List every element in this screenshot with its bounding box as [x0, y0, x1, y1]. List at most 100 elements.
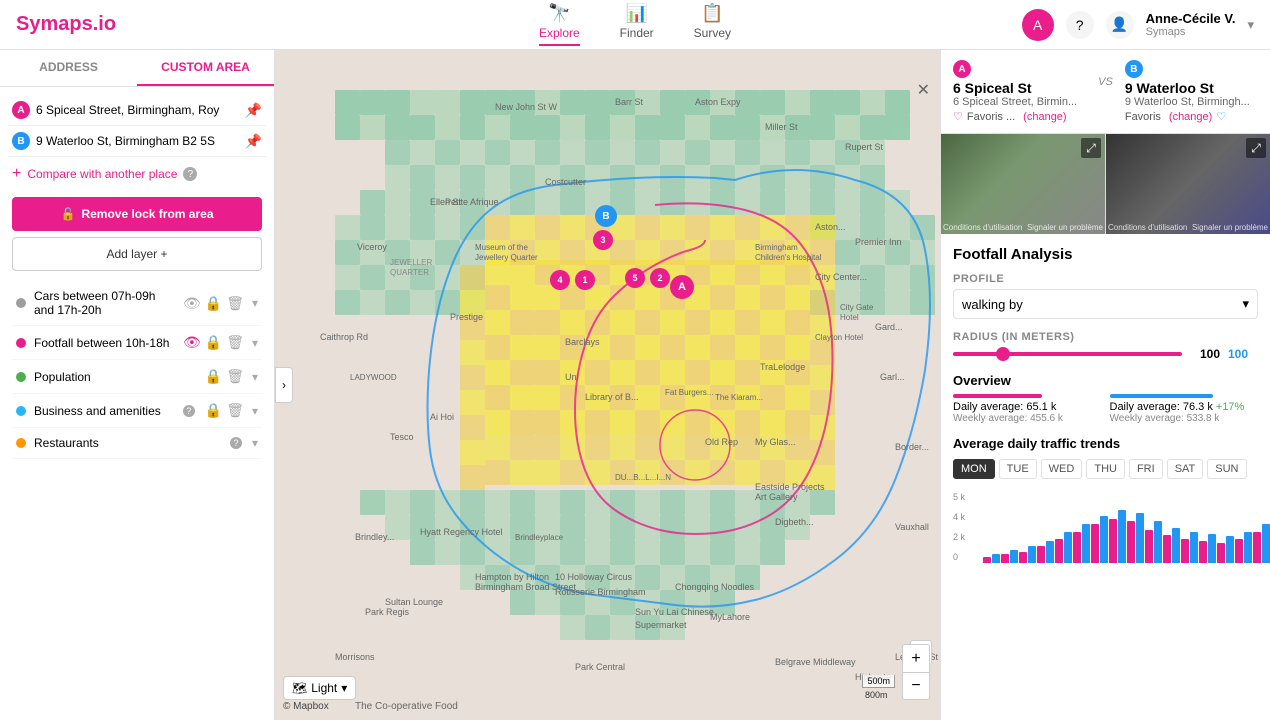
- profile-select[interactable]: walking by ▾: [953, 289, 1258, 319]
- layer-population-lock[interactable]: 🔒: [205, 368, 222, 385]
- compare-row[interactable]: + Compare with another place ?: [8, 157, 266, 191]
- layer-cars-lock[interactable]: 🔒: [205, 295, 222, 312]
- analysis-section: Footfall Analysis PROFILE walking by ▾ R…: [941, 234, 1270, 579]
- layer-footfall-expand[interactable]: ▾: [252, 336, 258, 350]
- lock-icon: 🔓: [60, 207, 75, 221]
- comparison-places: A 6 Spiceal St 6 Spiceal Street, Birmin.…: [953, 60, 1258, 123]
- svg-text:Ai Hoi: Ai Hoi: [430, 412, 454, 422]
- day-tab-mon[interactable]: MON: [953, 459, 995, 479]
- layer-cars-delete[interactable]: 🗑: [226, 295, 244, 312]
- pin-a-icon[interactable]: 📌: [245, 102, 262, 119]
- day-tab-sat[interactable]: SAT: [1167, 459, 1204, 479]
- layer-business-expand[interactable]: ▾: [252, 404, 258, 418]
- bar-b-15: [1262, 524, 1270, 563]
- heart-b-icon[interactable]: ♡: [1216, 110, 1226, 123]
- help-button[interactable]: ?: [1066, 11, 1094, 39]
- layer-cars-expand[interactable]: ▾: [252, 296, 258, 310]
- pin-b-icon[interactable]: 📌: [245, 133, 262, 150]
- stat-bar-b: [1110, 394, 1214, 398]
- heart-a-icon[interactable]: ♡: [953, 110, 963, 123]
- sv-expand-a[interactable]: ⤢: [1081, 138, 1101, 158]
- avatar-button[interactable]: A: [1022, 9, 1054, 41]
- radius-value-b: 100: [1228, 347, 1258, 361]
- bar-a-11: [1181, 539, 1189, 563]
- map-close-button[interactable]: ✕: [917, 80, 930, 100]
- layer-population-expand[interactable]: ▾: [252, 370, 258, 384]
- sv-caption-a: Conditions d'utilisation: [943, 223, 1022, 232]
- layer-business-lock[interactable]: 🔒: [205, 402, 222, 419]
- nav-survey[interactable]: 📋 Survey: [694, 3, 731, 46]
- day-tab-wed[interactable]: WED: [1041, 459, 1083, 479]
- sv-expand-b[interactable]: ⤢: [1246, 138, 1266, 158]
- layer-footfall-visibility[interactable]: 👁: [183, 334, 201, 351]
- layer-population-delete[interactable]: 🗑: [226, 368, 244, 385]
- map-style-selector[interactable]: 🗺 Light ▾: [283, 676, 356, 700]
- day-tab-fri[interactable]: FRI: [1129, 459, 1163, 479]
- compare-label: Compare with another place: [27, 167, 177, 181]
- badge-a: A: [12, 101, 30, 119]
- layer-footfall-lock[interactable]: 🔒: [205, 334, 222, 351]
- change-b-button[interactable]: (change): [1169, 111, 1212, 123]
- sidebar: ADDRESS CUSTOM AREA A 6 Spiceal Street, …: [0, 50, 275, 720]
- bar-a-7: [1109, 519, 1117, 563]
- svg-text:New John St W: New John St W: [495, 102, 558, 112]
- nav-explore[interactable]: 🔭 Explore: [539, 3, 580, 46]
- address-row-b: B 9 Waterloo St, Birmingham B2 5S 📌: [8, 126, 266, 157]
- nav-right: A ? 👤 Anne-Cécile V. Symaps ▾: [1022, 9, 1254, 41]
- sv-report-b[interactable]: Signaler un problème: [1192, 223, 1268, 232]
- remove-lock-button[interactable]: 🔓 Remove lock from area: [12, 197, 262, 231]
- overview-stats: Daily average: 65.1 k Weekly average: 45…: [953, 394, 1258, 424]
- bar-group-13: [1217, 536, 1234, 563]
- svg-text:Rupert St: Rupert St: [845, 142, 884, 152]
- bar-b-6: [1100, 516, 1108, 563]
- layer-business-delete[interactable]: 🗑: [226, 402, 244, 419]
- map-container[interactable]: New John St W Aston Expy Rupert St Mille…: [275, 50, 940, 720]
- svg-text:Garl...: Garl...: [880, 372, 905, 382]
- svg-text:Brindleyplace: Brindleyplace: [515, 533, 564, 542]
- radius-slider[interactable]: [953, 352, 1182, 356]
- day-tab-thu[interactable]: THU: [1086, 459, 1125, 479]
- layer-footfall: Footfall between 10h-18h 👁 🔒 🗑 ▾: [12, 326, 262, 360]
- tab-address[interactable]: ADDRESS: [0, 50, 137, 86]
- svg-text:Park Central: Park Central: [575, 662, 625, 672]
- bar-b-4: [1064, 532, 1072, 563]
- svg-text:Miller St: Miller St: [765, 122, 798, 132]
- nav-survey-label: Survey: [694, 26, 731, 40]
- day-tab-sun[interactable]: SUN: [1207, 459, 1246, 479]
- sidebar-tabs: ADDRESS CUSTOM AREA: [0, 50, 274, 87]
- comp-addr-a: 6 Spiceal Street, Birmin...: [953, 96, 1086, 108]
- bar-b-5: [1082, 524, 1090, 563]
- nav-explore-label: Explore: [539, 26, 580, 40]
- top-navigation: Symaps.io 🔭 Explore 📊 Finder 📋 Survey A …: [0, 0, 1270, 50]
- layer-cars: Cars between 07h-09h and 17h-20h 👁 🔒 🗑 ▾: [12, 281, 262, 326]
- user-dropdown-icon[interactable]: ▾: [1247, 17, 1254, 33]
- bar-group-3: [1037, 541, 1054, 563]
- app-logo: Symaps.io: [16, 13, 116, 36]
- tab-custom-area[interactable]: CUSTOM AREA: [137, 50, 274, 86]
- zoom-out-button[interactable]: −: [902, 672, 930, 700]
- sv-report-a[interactable]: Signaler un problème: [1027, 223, 1103, 232]
- bar-a-5: [1073, 532, 1081, 563]
- svg-text:Fat Burgers...: Fat Burgers...: [665, 388, 713, 397]
- finder-icon: 📊: [625, 3, 647, 24]
- bar-group-7: [1109, 510, 1126, 563]
- svg-text:800m: 800m: [865, 690, 888, 700]
- layer-footfall-delete[interactable]: 🗑: [226, 334, 244, 351]
- add-layer-button[interactable]: Add layer +: [12, 237, 262, 271]
- bar-a-1: [1001, 554, 1009, 563]
- nav-finder[interactable]: 📊 Finder: [620, 3, 654, 46]
- plus-icon: +: [12, 165, 21, 183]
- user-settings-button[interactable]: 👤: [1106, 11, 1134, 39]
- layer-cars-visibility[interactable]: 👁: [183, 295, 201, 312]
- day-tab-tue[interactable]: TUE: [999, 459, 1037, 479]
- map-arrow-button[interactable]: ›: [275, 367, 293, 403]
- profile-label: PROFILE: [953, 273, 1258, 285]
- bar-a-8: [1127, 521, 1135, 563]
- analysis-title: Footfall Analysis: [953, 246, 1258, 263]
- bar-b-10: [1172, 528, 1180, 563]
- bar-b-0: [992, 554, 1000, 563]
- change-a-button[interactable]: (change): [1023, 111, 1066, 123]
- zoom-in-button[interactable]: +: [902, 644, 930, 672]
- layer-restaurants-expand[interactable]: ▾: [252, 436, 258, 450]
- chart-wrapper: 5 k 4 k 2 k 0: [953, 487, 1258, 567]
